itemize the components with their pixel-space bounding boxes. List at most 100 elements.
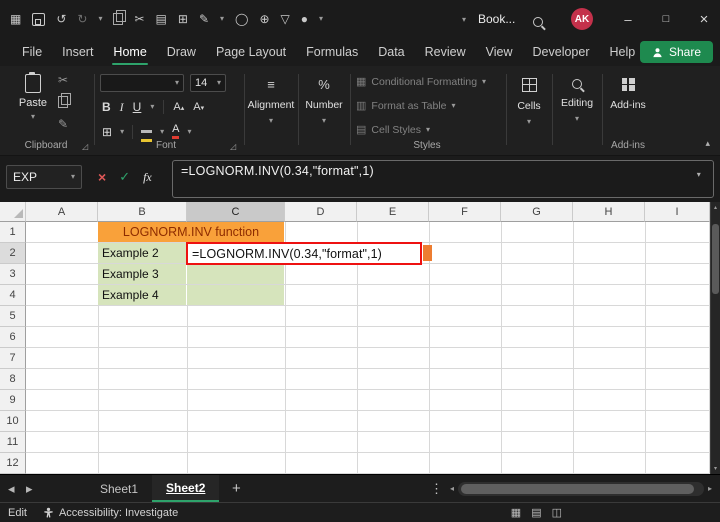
tab-formulas[interactable]: Formulas — [296, 38, 368, 66]
row-header-5[interactable]: 5 — [0, 306, 26, 327]
shape-icon[interactable]: ◯ — [235, 13, 248, 25]
cut-icon[interactable]: ✂ — [134, 13, 144, 25]
save-icon[interactable] — [32, 12, 46, 26]
undo-icon[interactable]: ↺ — [56, 13, 66, 25]
italic-button[interactable]: I — [120, 101, 124, 113]
bold-button[interactable]: B — [102, 101, 111, 113]
expand-formula-bar-icon[interactable]: ▾ — [697, 170, 701, 179]
column-header-b[interactable]: B — [98, 202, 187, 222]
chevron-down-icon[interactable]: ▾ — [462, 16, 466, 24]
cell-b2[interactable]: Example 2 — [98, 243, 186, 263]
horizontal-scroll-track[interactable] — [458, 481, 704, 496]
shrink-font-icon[interactable]: A▾ — [193, 101, 204, 113]
normal-view-icon[interactable]: ▦ — [511, 506, 521, 519]
zoom-icon[interactable]: ⊕ — [259, 13, 269, 25]
horizontal-scroll-thumb[interactable] — [461, 483, 694, 494]
filter-icon[interactable]: ▽ — [281, 13, 290, 25]
tab-draw[interactable]: Draw — [157, 38, 206, 66]
tab-page-layout[interactable]: Page Layout — [206, 38, 296, 66]
chevron-down-icon[interactable]: ▾ — [187, 127, 191, 136]
row-header-9[interactable]: 9 — [0, 390, 26, 411]
page-layout-view-icon[interactable]: ▤ — [531, 506, 541, 519]
cell-b1-title[interactable]: LOGNORM.INV function — [98, 222, 284, 242]
font-color-icon[interactable]: A — [172, 124, 180, 139]
picture-icon[interactable]: ▤ — [156, 13, 167, 25]
cell-c4[interactable] — [187, 285, 284, 305]
record-icon[interactable]: ● — [301, 13, 308, 25]
tab-help[interactable]: Help — [600, 38, 646, 66]
cell-mode-indicator[interactable]: Edit — [8, 507, 27, 519]
document-title[interactable]: Book... — [478, 12, 515, 26]
format-painter-icon[interactable]: ✎ — [58, 118, 68, 130]
column-header-d[interactable]: D — [285, 202, 357, 222]
paste-button[interactable]: Paste ▾ — [14, 72, 52, 121]
row-header-6[interactable]: 6 — [0, 327, 26, 348]
vertical-scrollbar[interactable]: ▴ ▾ — [710, 202, 720, 474]
chevron-down-icon[interactable]: ▾ — [150, 103, 154, 111]
next-sheet-icon[interactable]: ▸ — [26, 475, 33, 502]
chevron-down-icon[interactable]: ▾ — [98, 15, 102, 23]
row-header-10[interactable]: 10 — [0, 411, 26, 432]
chevron-down-icon[interactable]: ▾ — [160, 127, 164, 136]
insert-function-button[interactable]: fx — [143, 170, 152, 185]
scroll-right-icon[interactable]: ▸ — [708, 484, 712, 493]
underline-button[interactable]: U — [133, 101, 142, 113]
borders-icon[interactable]: ⊞ — [102, 126, 112, 138]
account-avatar[interactable]: AK — [571, 8, 593, 30]
horizontal-scrollbar[interactable]: ◂ ▸ — [450, 480, 712, 497]
font-size-select[interactable]: 14 ▾ — [190, 74, 226, 92]
row-header-1[interactable]: 1 — [0, 222, 26, 243]
fill-color-icon[interactable] — [141, 130, 153, 133]
font-name-select[interactable]: ▾ — [100, 74, 184, 92]
scroll-left-icon[interactable]: ◂ — [450, 484, 454, 493]
scroll-down-icon[interactable]: ▾ — [711, 465, 720, 472]
column-header-e[interactable]: E — [357, 202, 429, 222]
addins-button[interactable]: Add-ins — [604, 66, 652, 150]
row-header-4[interactable]: 4 — [0, 285, 26, 306]
alignment-group-button[interactable]: ≡ Alignment ▾ — [246, 66, 296, 150]
sheet-options-icon[interactable]: ⋮ — [430, 475, 443, 502]
tab-home[interactable]: Home — [103, 38, 156, 66]
conditional-formatting-button[interactable]: ▦ Conditional Formatting ▾ — [356, 76, 486, 88]
cell-area[interactable]: LOGNORM.INV function Example 2 Example 3… — [26, 222, 710, 474]
page-break-view-icon[interactable]: ◫ — [552, 506, 562, 519]
cut-icon[interactable]: ✂ — [58, 74, 68, 86]
column-header-a[interactable]: A — [26, 202, 98, 222]
row-header-3[interactable]: 3 — [0, 264, 26, 285]
format-as-table-button[interactable]: ▥ Format as Table ▾ — [356, 100, 456, 112]
tab-data[interactable]: Data — [368, 38, 414, 66]
editing-group-button[interactable]: Editing ▾ — [554, 66, 600, 150]
add-sheet-button[interactable]: + — [232, 475, 241, 502]
copy-icon[interactable] — [113, 10, 127, 25]
copy-icon[interactable] — [58, 93, 72, 108]
grow-font-icon[interactable]: A▴ — [173, 101, 184, 113]
column-header-f[interactable]: F — [429, 202, 501, 222]
cell-c2-editing[interactable]: =LOGNORM.INV(0.34,"format",1) — [186, 242, 422, 265]
column-header-c[interactable]: C — [187, 202, 285, 222]
cell-b4[interactable]: Example 4 — [98, 285, 186, 305]
chevron-down-icon[interactable]: ▾ — [319, 15, 323, 23]
number-group-button[interactable]: % Number ▾ — [300, 66, 348, 150]
row-header-7[interactable]: 7 — [0, 348, 26, 369]
name-box[interactable]: EXP ▾ — [6, 165, 82, 189]
share-button[interactable]: Share — [639, 41, 713, 63]
chevron-down-icon[interactable]: ▾ — [120, 127, 124, 136]
dialog-launcher-icon[interactable]: ◿ — [82, 142, 88, 151]
row-header-8[interactable]: 8 — [0, 369, 26, 390]
row-header-12[interactable]: 12 — [0, 453, 26, 474]
vertical-scroll-thumb[interactable] — [712, 224, 719, 294]
column-header-h[interactable]: H — [573, 202, 645, 222]
maximize-button[interactable]: □ — [650, 0, 682, 38]
column-header-i[interactable]: I — [645, 202, 710, 222]
tab-developer[interactable]: Developer — [523, 38, 600, 66]
scroll-up-icon[interactable]: ▴ — [711, 204, 720, 211]
cell-b3[interactable]: Example 3 — [98, 264, 186, 284]
cell-styles-button[interactable]: ▤ Cell Styles ▾ — [356, 124, 430, 136]
app-launcher-icon[interactable]: ▦ — [10, 13, 21, 25]
enter-icon[interactable]: ✓ — [119, 169, 130, 185]
fill-handle[interactable] — [423, 245, 432, 261]
tab-file[interactable]: File — [12, 38, 52, 66]
column-header-g[interactable]: G — [501, 202, 573, 222]
search-icon[interactable] — [533, 17, 543, 27]
tab-view[interactable]: View — [476, 38, 523, 66]
